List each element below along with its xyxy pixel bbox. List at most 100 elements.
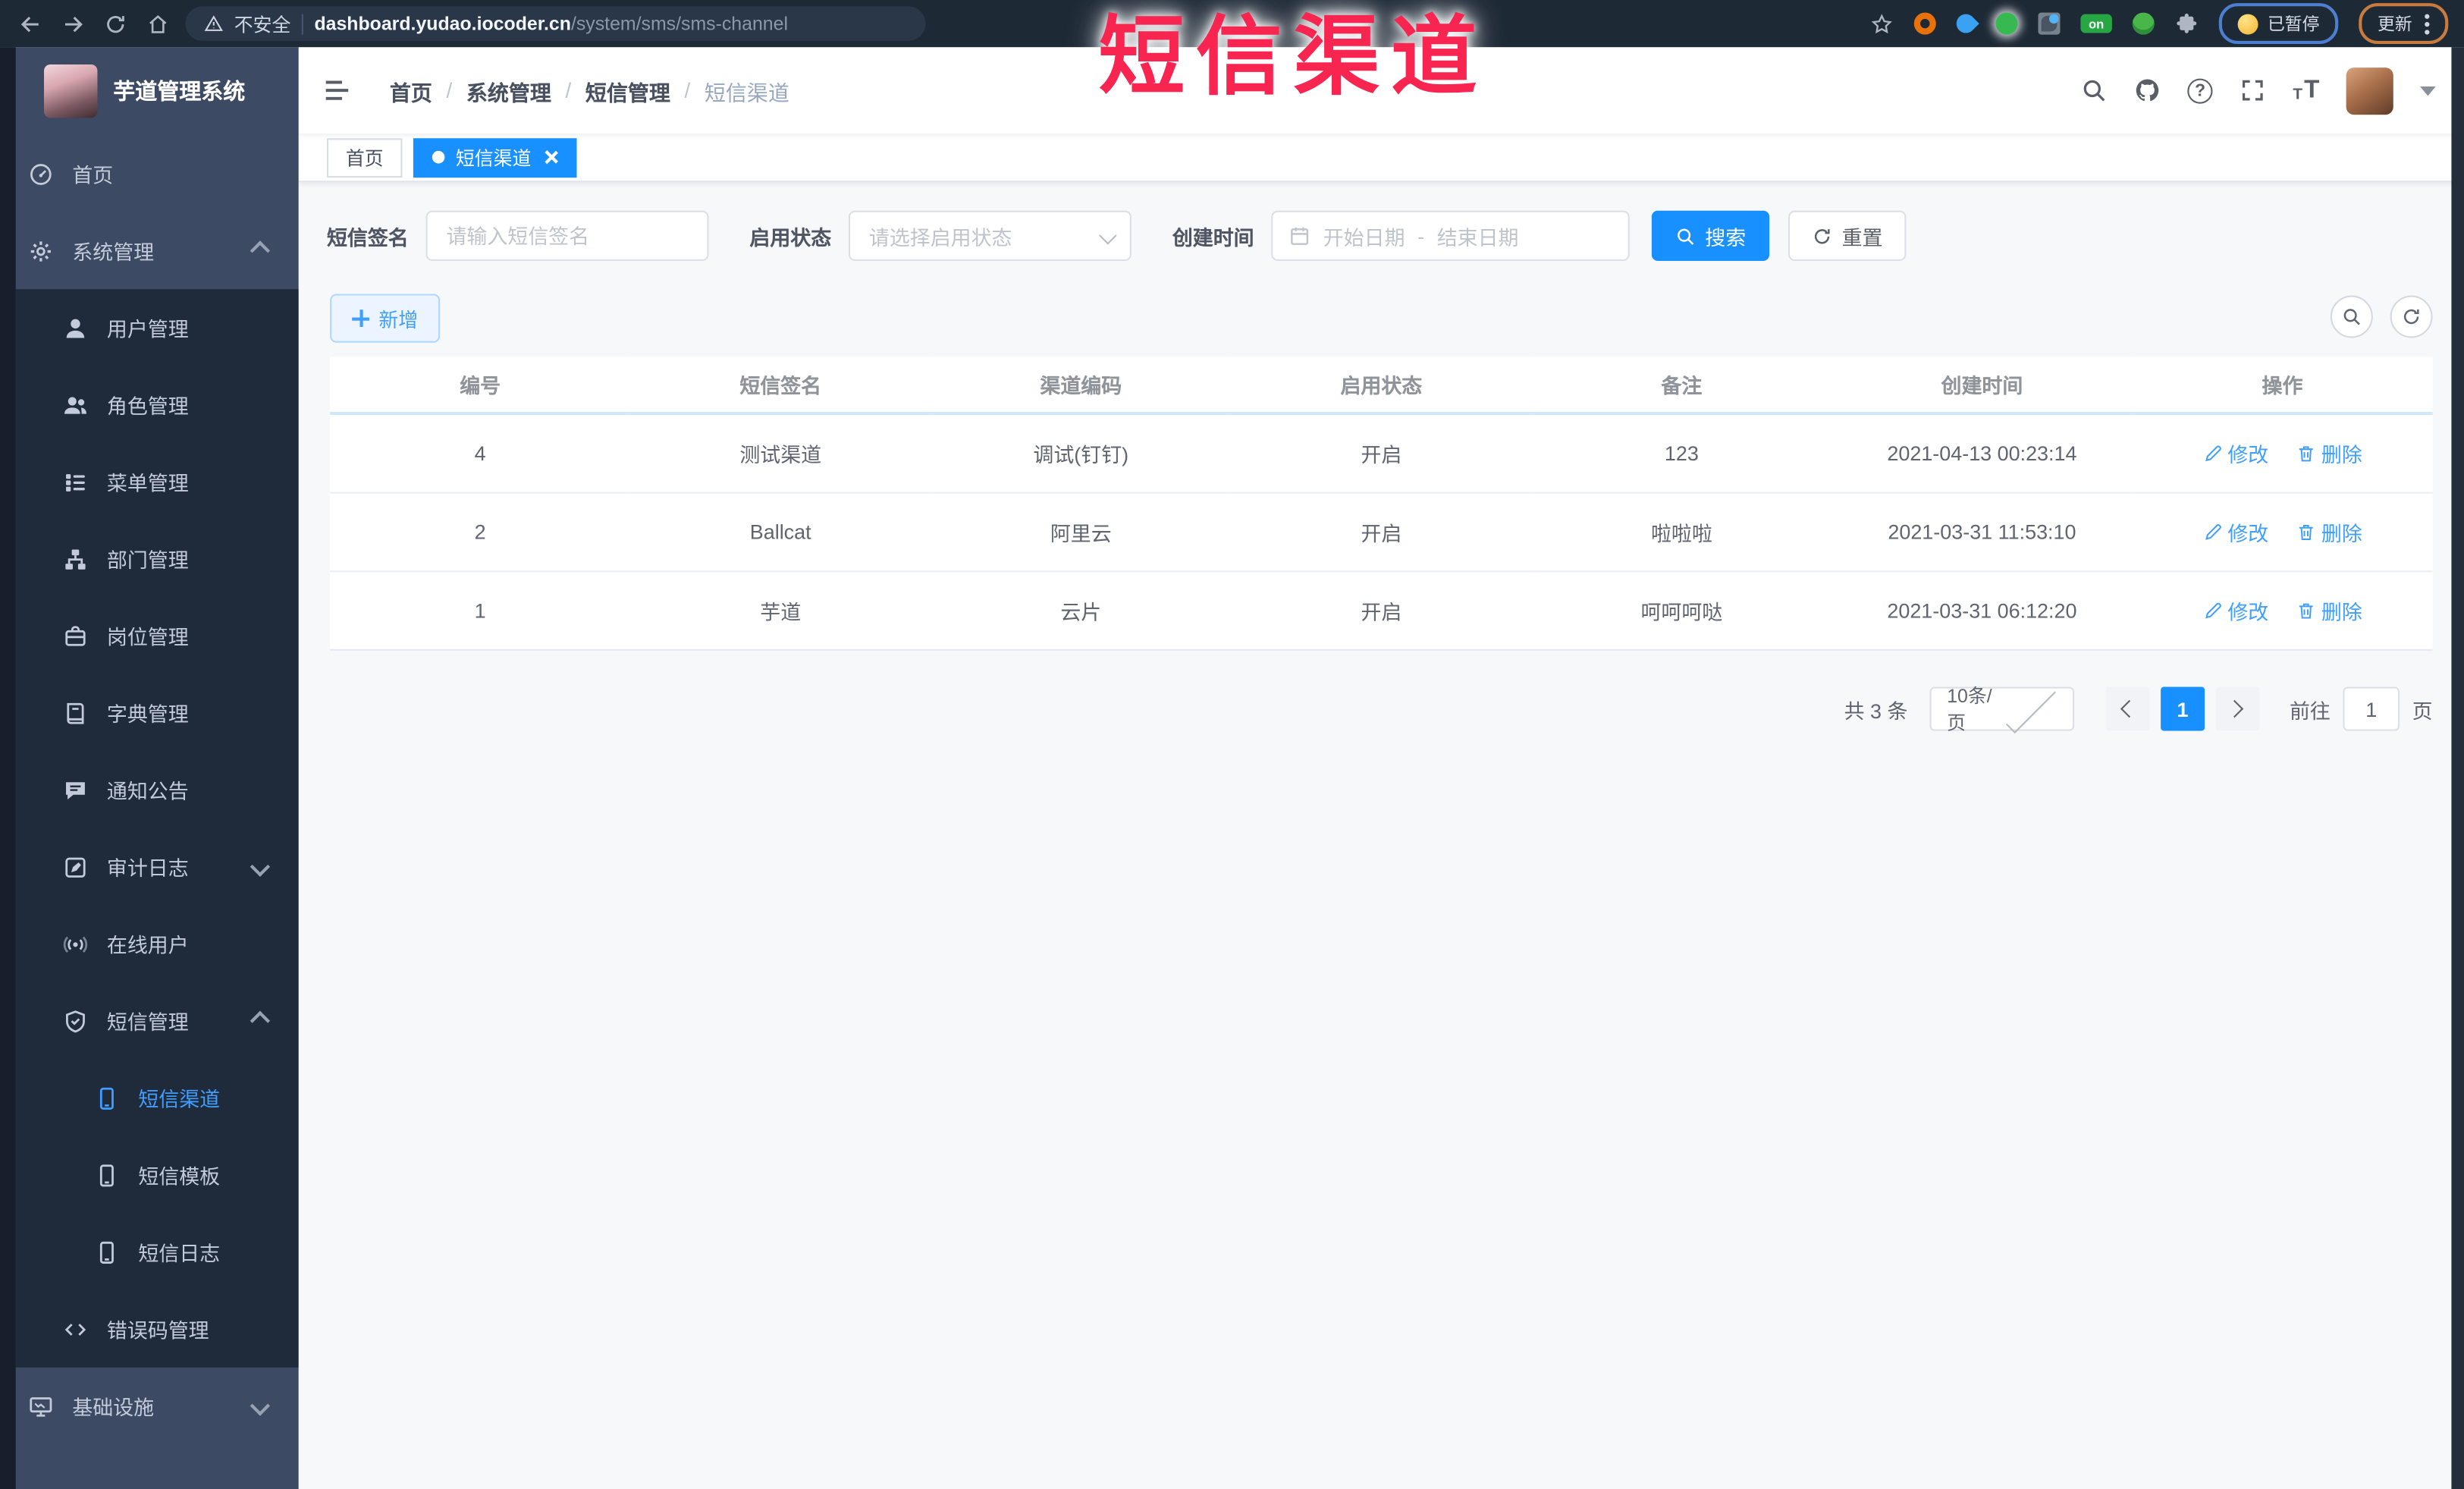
profile-emoji-icon bbox=[2237, 13, 2258, 34]
delete-link[interactable]: 删除 bbox=[2296, 438, 2362, 468]
edit-link[interactable]: 修改 bbox=[2202, 517, 2268, 547]
refresh-icon bbox=[1812, 225, 1832, 246]
avatar-caret-down-icon[interactable] bbox=[2419, 85, 2436, 96]
url-text: dashboard.yudao.iocoder.cn/system/sms/sm… bbox=[314, 13, 788, 35]
extension-grid-icon[interactable] bbox=[2038, 12, 2061, 35]
back-icon[interactable] bbox=[19, 12, 42, 36]
tab-sms-channel[interactable]: 短信渠道 bbox=[413, 137, 577, 177]
extension-drop-icon[interactable] bbox=[1952, 10, 1979, 37]
sidebar-item-infrastructure[interactable]: 基础设施 bbox=[16, 1368, 299, 1445]
extension-orange-icon[interactable] bbox=[1913, 12, 1936, 35]
app-logo-row[interactable]: 芋道管理系统 bbox=[16, 47, 299, 135]
extensions-puzzle-icon[interactable] bbox=[2175, 12, 2199, 36]
pagination: 共 3 条 10条/页 1 前往 页 bbox=[1844, 683, 2433, 734]
table-toolbar bbox=[2330, 295, 2433, 338]
page-number-active[interactable]: 1 bbox=[2161, 686, 2205, 731]
search-button[interactable]: 搜索 bbox=[1651, 210, 1770, 261]
header-actions bbox=[2081, 67, 2436, 115]
breadcrumb: 首页 / 系统管理 / 短信管理 / 短信渠道 bbox=[390, 74, 789, 105]
sign-input[interactable] bbox=[425, 210, 709, 261]
status-select[interactable]: 请选择启用状态 bbox=[848, 210, 1132, 261]
sidebar-item-sms-template[interactable]: 短信模板 bbox=[16, 1136, 299, 1214]
bookmark-star-icon[interactable] bbox=[1870, 12, 1894, 36]
paused-label: 已暂停 bbox=[2267, 15, 2320, 35]
sidebar-item-post-management[interactable]: 岗位管理 bbox=[16, 597, 299, 674]
github-icon[interactable] bbox=[2134, 77, 2161, 104]
tab-home[interactable]: 首页 bbox=[326, 137, 403, 177]
sidebar-item-sms-channel[interactable]: 短信渠道 bbox=[16, 1060, 299, 1137]
extension-green-icon[interactable] bbox=[1995, 12, 2018, 35]
sidebar-item-system-management[interactable]: 系统管理 bbox=[16, 212, 299, 290]
profile-paused-chip[interactable]: 已暂停 bbox=[2218, 3, 2339, 45]
update-label: 更新 bbox=[2378, 15, 2412, 35]
home-icon[interactable] bbox=[146, 12, 170, 36]
sidebar-item-dept-management[interactable]: 部门管理 bbox=[16, 520, 299, 598]
edit-icon bbox=[2202, 443, 2223, 463]
font-size-icon[interactable] bbox=[2293, 78, 2319, 103]
sidebar-item-role-management[interactable]: 角色管理 bbox=[16, 366, 299, 444]
reset-button[interactable]: 重置 bbox=[1788, 210, 1907, 261]
date-label: 创建时间 bbox=[1172, 225, 1254, 250]
add-button[interactable]: 新增 bbox=[330, 294, 441, 343]
prev-page-button[interactable] bbox=[2105, 686, 2150, 731]
sidebar-item-dict-management[interactable]: 字典管理 bbox=[16, 674, 299, 752]
date-range-separator: - bbox=[1417, 224, 1425, 248]
extension-on-badge[interactable]: on bbox=[2080, 14, 2112, 33]
breadcrumb-item-current: 短信渠道 bbox=[704, 80, 789, 105]
sidebar-item-home[interactable]: 首页 bbox=[16, 135, 299, 212]
toggle-search-button[interactable] bbox=[2330, 295, 2373, 338]
refresh-icon bbox=[2401, 306, 2422, 327]
table-row: 4 测试渠道 调试(钉钉) 开启 123 2021-04-13 00:23:14… bbox=[330, 413, 2433, 494]
goto-page-input[interactable] bbox=[2343, 686, 2400, 731]
filter-form: 短信签名 启用状态 请选择启用状态 创建时间 开始日期 - 结束日期 bbox=[327, 210, 1907, 261]
browser-update-chip[interactable]: 更新 bbox=[2359, 3, 2449, 45]
search-icon[interactable] bbox=[2081, 77, 2108, 104]
sidebar-item-menu-management[interactable]: 菜单管理 bbox=[16, 443, 299, 520]
extension-frog-icon[interactable] bbox=[2132, 12, 2155, 35]
content-area: 短信签名 启用状态 请选择启用状态 创建时间 开始日期 - 结束日期 bbox=[299, 181, 2464, 1489]
edit-link[interactable]: 修改 bbox=[2202, 438, 2268, 468]
date-range-picker[interactable]: 开始日期 - 结束日期 bbox=[1271, 210, 1630, 261]
sidebar-item-error-code[interactable]: 错误码管理 bbox=[16, 1290, 299, 1368]
browser-menu-icon[interactable] bbox=[2425, 13, 2430, 34]
delete-link[interactable]: 删除 bbox=[2296, 517, 2362, 547]
sidebar-item-audit-log[interactable]: 审计日志 bbox=[16, 828, 299, 906]
breadcrumb-item-sms[interactable]: 短信管理 bbox=[585, 74, 670, 105]
sidebar-item-user-management[interactable]: 用户管理 bbox=[16, 289, 299, 366]
sidebar-item-notice[interactable]: 通知公告 bbox=[16, 751, 299, 828]
trash-icon bbox=[2296, 443, 2317, 463]
breadcrumb-separator: / bbox=[446, 78, 453, 102]
refresh-table-button[interactable] bbox=[2390, 295, 2433, 338]
reload-icon[interactable] bbox=[104, 12, 127, 36]
fullscreen-icon[interactable] bbox=[2240, 77, 2266, 104]
book-icon bbox=[63, 700, 88, 725]
help-icon[interactable] bbox=[2187, 77, 2213, 103]
search-icon bbox=[2341, 306, 2362, 327]
next-page-button[interactable] bbox=[2215, 686, 2260, 731]
chevron-down-icon bbox=[250, 856, 271, 877]
date-end-placeholder: 结束日期 bbox=[1436, 225, 1519, 250]
users-icon bbox=[63, 392, 88, 417]
collapse-sidebar-icon[interactable] bbox=[322, 75, 352, 105]
delete-link[interactable]: 删除 bbox=[2296, 595, 2362, 625]
main-area: 首页 / 系统管理 / 短信管理 / 短信渠道 首页 bbox=[298, 47, 2464, 1489]
user-avatar[interactable] bbox=[2346, 67, 2393, 115]
breadcrumb-separator: / bbox=[565, 78, 572, 102]
breadcrumb-item-home[interactable]: 首页 bbox=[390, 74, 432, 105]
annotation-overlay-title: 短信渠道 bbox=[1098, 8, 1489, 105]
sidebar-item-sms-log[interactable]: 短信日志 bbox=[16, 1214, 299, 1291]
phone-icon bbox=[94, 1239, 119, 1264]
breadcrumb-item-system[interactable]: 系统管理 bbox=[466, 74, 551, 105]
sidebar-item-online-users[interactable]: 在线用户 bbox=[16, 906, 299, 983]
page-scrollbar[interactable] bbox=[2451, 47, 2464, 1489]
edit-link[interactable]: 修改 bbox=[2202, 595, 2268, 625]
screen: 不安全 dashboard.yudao.iocoder.cn/system/sm… bbox=[0, 0, 2464, 1489]
sidebar-item-sms-management[interactable]: 短信管理 bbox=[16, 982, 299, 1060]
page-size-select[interactable]: 10条/页 bbox=[1929, 683, 2075, 734]
edit-square-icon bbox=[63, 854, 88, 879]
address-bar[interactable]: 不安全 dashboard.yudao.iocoder.cn/system/sm… bbox=[185, 6, 926, 41]
close-tab-icon[interactable] bbox=[542, 149, 558, 165]
forward-icon[interactable] bbox=[61, 12, 85, 36]
trash-icon bbox=[2296, 522, 2317, 542]
app-title: 芋道管理系统 bbox=[113, 78, 246, 104]
